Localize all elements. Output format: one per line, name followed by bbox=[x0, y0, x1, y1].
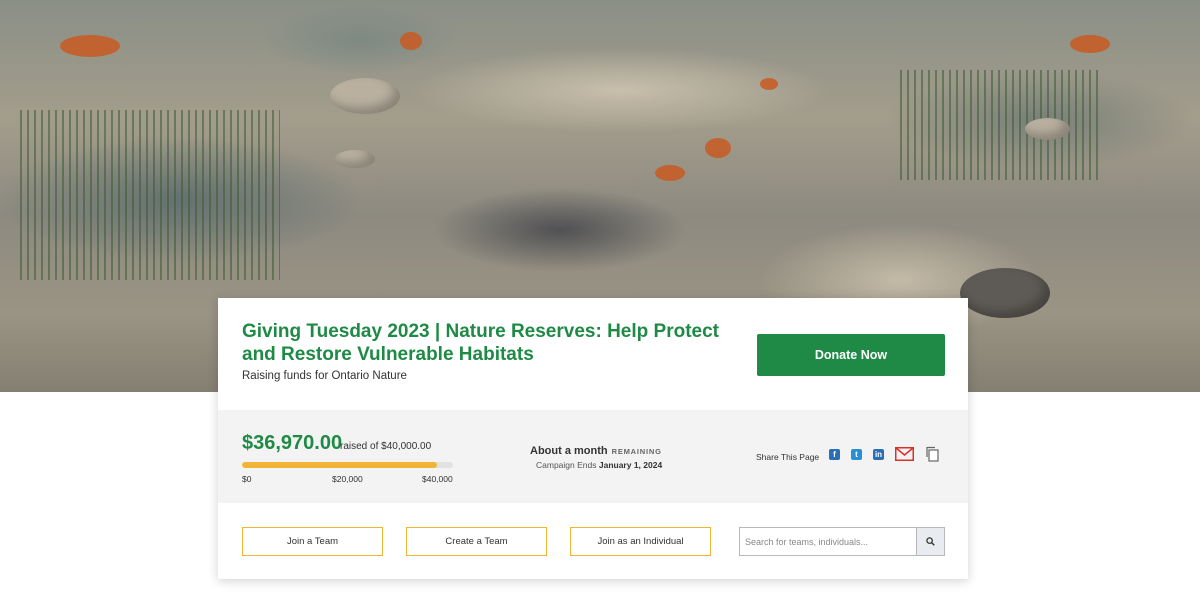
rock bbox=[1025, 118, 1070, 140]
search-icon bbox=[926, 537, 935, 546]
progress-bar-fill bbox=[242, 462, 437, 468]
shrub bbox=[1070, 35, 1110, 53]
search-button[interactable] bbox=[916, 528, 944, 555]
shrub bbox=[60, 35, 120, 57]
search-box bbox=[739, 527, 945, 556]
twitter-icon[interactable]: t bbox=[851, 449, 862, 460]
search-input[interactable] bbox=[740, 528, 916, 555]
reeds bbox=[20, 110, 280, 280]
facebook-icon[interactable]: f bbox=[829, 449, 840, 460]
shrub bbox=[760, 78, 778, 90]
progress-tick: $40,000 bbox=[422, 474, 453, 484]
share-label: Share This Page bbox=[756, 452, 820, 462]
campaign-subtitle: Raising funds for Ontario Nature bbox=[242, 370, 407, 382]
progress-tick: $0 bbox=[242, 474, 252, 484]
goal-label: raised of $40,000.00 bbox=[340, 441, 432, 452]
create-team-button[interactable]: Create a Team bbox=[406, 527, 547, 556]
campaign-ends-label: Campaign Ends bbox=[536, 460, 597, 470]
rock bbox=[960, 268, 1050, 318]
join-individual-button[interactable]: Join as an Individual bbox=[570, 527, 711, 556]
raised-amount: $36,970.00 bbox=[242, 432, 343, 454]
shrub bbox=[705, 138, 731, 158]
shrub bbox=[655, 165, 685, 181]
shrub bbox=[400, 32, 422, 50]
rock bbox=[335, 150, 375, 168]
campaign-ends-date: January 1, 2024 bbox=[598, 460, 663, 470]
time-remaining-suffix: REMAINING bbox=[611, 447, 662, 456]
campaign-header: Giving Tuesday 2023 | Nature Reserves: H… bbox=[218, 298, 968, 410]
page-title: Giving Tuesday 2023 | Nature Reserves: H… bbox=[242, 321, 719, 365]
time-remaining: About a month REMAINING bbox=[530, 445, 662, 457]
rock bbox=[330, 78, 400, 114]
reeds bbox=[900, 70, 1100, 180]
time-remaining-value: About a month bbox=[530, 445, 608, 457]
donate-now-button[interactable]: Donate Now bbox=[757, 334, 945, 376]
join-team-button[interactable]: Join a Team bbox=[242, 527, 383, 556]
campaign-stats: $36,970.00 raised of $40,000.00 $0 $20,0… bbox=[218, 410, 968, 503]
linkedin-icon[interactable]: in bbox=[873, 449, 884, 460]
action-bar: Join a Team Create a Team Join as an Ind… bbox=[218, 503, 968, 579]
progress-bar bbox=[242, 462, 453, 468]
copy-link-icon[interactable] bbox=[925, 446, 939, 462]
email-icon[interactable] bbox=[895, 447, 914, 461]
campaign-card: Giving Tuesday 2023 | Nature Reserves: H… bbox=[218, 298, 968, 579]
progress-tick: $20,000 bbox=[332, 474, 363, 484]
campaign-end-date: Campaign Ends January 1, 2024 bbox=[536, 460, 662, 470]
